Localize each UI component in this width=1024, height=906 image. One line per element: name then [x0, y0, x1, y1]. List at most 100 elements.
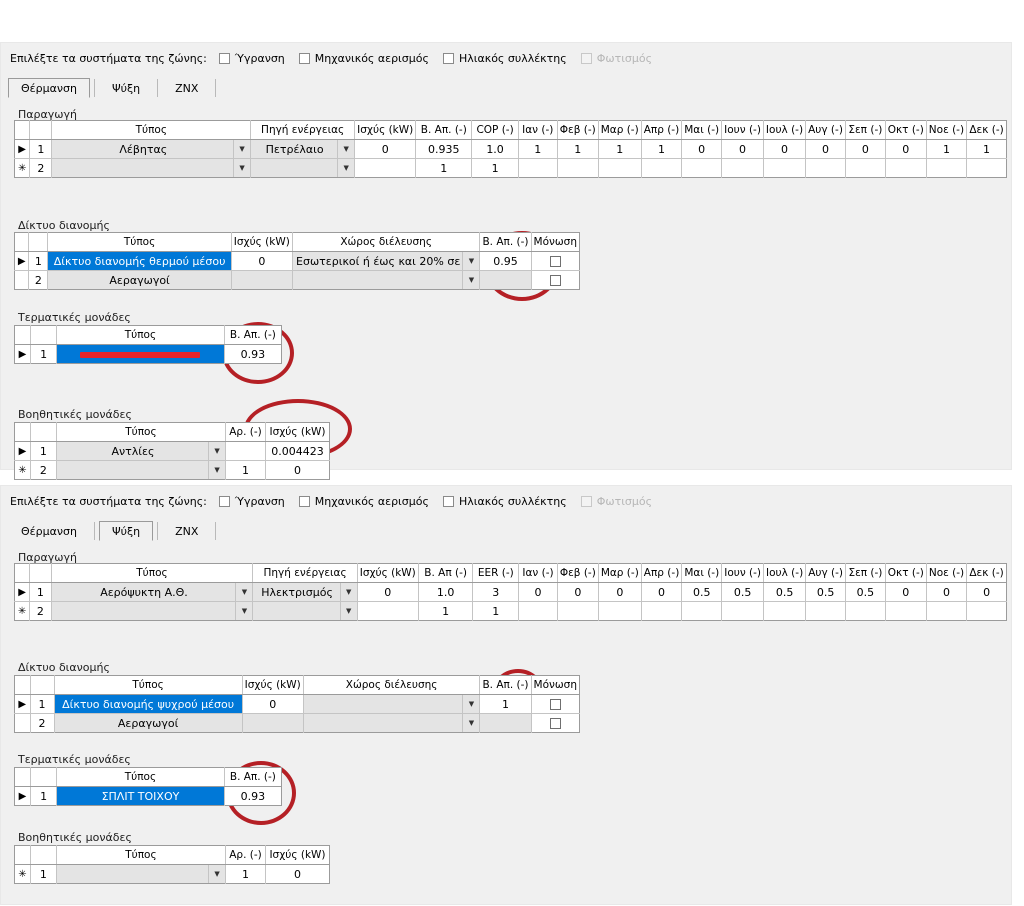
- cell-month-3[interactable]: [598, 158, 642, 178]
- cell-energy-source[interactable]: Ηλεκτρισμός ▼: [252, 582, 358, 602]
- cell-efficiency[interactable]: 0.95: [479, 251, 532, 271]
- cell-type[interactable]: ▼: [51, 158, 252, 178]
- insulation-checkbox-icon[interactable]: [549, 718, 561, 729]
- row-marker[interactable]: ▶: [14, 344, 32, 364]
- cell-efficiency[interactable]: 1: [415, 158, 473, 178]
- cell-month-9[interactable]: 0: [845, 139, 886, 159]
- cell-power[interactable]: 0: [354, 139, 417, 159]
- cell-month-5[interactable]: [681, 158, 723, 178]
- cell-month-7[interactable]: 0.5: [763, 582, 807, 602]
- cell-power[interactable]: [357, 601, 419, 621]
- chevron-down-icon[interactable]: ▼: [208, 865, 225, 883]
- cell-efficiency[interactable]: 1: [418, 601, 474, 621]
- chevron-down-icon[interactable]: ▼: [235, 583, 252, 601]
- checkbox-1[interactable]: Ύγρανση: [218, 52, 285, 65]
- cell-month-6[interactable]: [721, 158, 764, 178]
- cell-power[interactable]: 0: [231, 251, 293, 271]
- cell-month-3[interactable]: 0: [598, 582, 642, 602]
- row-marker[interactable]: ▶: [14, 694, 31, 714]
- cell-passage-space[interactable]: ▼: [303, 694, 481, 714]
- cell-efficiency[interactable]: 0.935: [415, 139, 473, 159]
- cell-month-4[interactable]: 1: [641, 139, 683, 159]
- cell-month-11[interactable]: 1: [926, 139, 968, 159]
- cell-type[interactable]: Αερόψυκτη Α.Θ. ▼: [51, 582, 254, 602]
- cell-month-8[interactable]: [805, 158, 846, 178]
- cell-month-2[interactable]: 0: [557, 582, 599, 602]
- cell-month-3[interactable]: [598, 601, 642, 621]
- cell-type[interactable]: Λέβητας ▼: [51, 139, 252, 159]
- cell-type[interactable]: Αεραγωγοί: [54, 713, 243, 733]
- cell-month-2[interactable]: 1: [557, 139, 599, 159]
- cell-month-1[interactable]: 0: [518, 582, 558, 602]
- cell-month-11[interactable]: 0: [926, 582, 968, 602]
- cell-month-6[interactable]: 0.5: [721, 582, 765, 602]
- row-marker[interactable]: [14, 270, 30, 290]
- cell-month-4[interactable]: [641, 158, 683, 178]
- cell-energy-source[interactable]: ▼: [250, 158, 356, 178]
- chevron-down-icon[interactable]: ▼: [462, 714, 479, 732]
- row-marker[interactable]: ✳: [14, 601, 31, 621]
- chevron-down-icon[interactable]: ▼: [208, 461, 225, 479]
- chevron-down-icon[interactable]: ▼: [233, 140, 250, 158]
- insulation-checkbox-icon[interactable]: [549, 275, 561, 286]
- chevron-down-icon[interactable]: ▼: [462, 271, 479, 289]
- checkbox-box-icon[interactable]: [298, 53, 310, 64]
- checkbox-box-icon[interactable]: [442, 496, 454, 507]
- row-marker[interactable]: ✳: [14, 460, 31, 480]
- cell-type[interactable]: ▼: [56, 460, 227, 480]
- cell-power[interactable]: 0.004423: [265, 441, 330, 461]
- cell-count[interactable]: 1: [225, 864, 266, 884]
- cell-insulation[interactable]: [531, 251, 580, 271]
- checkbox-2[interactable]: Μηχανικός αερισμός: [298, 52, 429, 65]
- cell-energy-source[interactable]: ▼: [252, 601, 358, 621]
- cell-passage-space[interactable]: Εσωτερικοί ή έως και 20% σε ▼: [292, 251, 481, 271]
- cell-month-12[interactable]: [966, 601, 1007, 621]
- checkbox-box-icon[interactable]: [218, 496, 230, 507]
- chevron-down-icon[interactable]: ▼: [208, 442, 225, 460]
- cell-month-12[interactable]: [966, 158, 1007, 178]
- cell-efficiency[interactable]: 0.93: [224, 786, 282, 806]
- row-marker[interactable]: ▶: [14, 582, 31, 602]
- row-marker[interactable]: ✳: [14, 158, 31, 178]
- cell-month-9[interactable]: [845, 158, 886, 178]
- chevron-down-icon[interactable]: ▼: [339, 602, 357, 620]
- checkbox-2[interactable]: Μηχανικός αερισμός: [298, 495, 429, 508]
- cell-type[interactable]: ▼: [51, 601, 254, 621]
- tab-θέρμανση[interactable]: Θέρμανση: [8, 521, 90, 541]
- cell-passage-space[interactable]: ▼: [292, 270, 481, 290]
- checkbox-box-icon[interactable]: [442, 53, 454, 64]
- cell-month-5[interactable]: 0: [681, 139, 723, 159]
- cell-month-12[interactable]: 1: [966, 139, 1007, 159]
- insulation-checkbox-icon[interactable]: [549, 256, 561, 267]
- cell-month-10[interactable]: 0: [885, 139, 927, 159]
- checkbox-1[interactable]: Ύγρανση: [218, 495, 285, 508]
- cell-month-7[interactable]: [763, 158, 807, 178]
- cell-month-12[interactable]: 0: [966, 582, 1007, 602]
- tab-θέρμανση[interactable]: Θέρμανση: [8, 78, 90, 98]
- cell-month-10[interactable]: [885, 158, 927, 178]
- cell-count[interactable]: [225, 441, 266, 461]
- cell-month-7[interactable]: [763, 601, 807, 621]
- cell-month-3[interactable]: 1: [598, 139, 642, 159]
- cell-type[interactable]: Αεραγωγοί: [47, 270, 232, 290]
- cell-month-10[interactable]: [885, 601, 927, 621]
- cell-month-2[interactable]: [557, 158, 599, 178]
- cell-month-11[interactable]: [926, 601, 968, 621]
- cell-insulation[interactable]: [531, 713, 580, 733]
- chevron-down-icon[interactable]: ▼: [337, 140, 354, 158]
- tab-ψύξη[interactable]: Ψύξη: [98, 521, 154, 541]
- cell-cop[interactable]: 1.0: [471, 139, 519, 159]
- cell-power[interactable]: [354, 158, 417, 178]
- cell-month-6[interactable]: 0: [721, 139, 764, 159]
- cell-month-4[interactable]: 0: [641, 582, 683, 602]
- cell-cop[interactable]: 3: [472, 582, 520, 602]
- cell-passage-space[interactable]: ▼: [303, 713, 481, 733]
- cell-power[interactable]: 0: [265, 864, 330, 884]
- row-marker[interactable]: ✳: [14, 864, 31, 884]
- cell-power[interactable]: 0: [265, 460, 330, 480]
- cell-insulation[interactable]: [531, 270, 580, 290]
- cell-count[interactable]: 1: [225, 460, 266, 480]
- chevron-down-icon[interactable]: ▼: [337, 159, 354, 177]
- cell-efficiency[interactable]: 1: [479, 694, 532, 714]
- cell-month-8[interactable]: [805, 601, 847, 621]
